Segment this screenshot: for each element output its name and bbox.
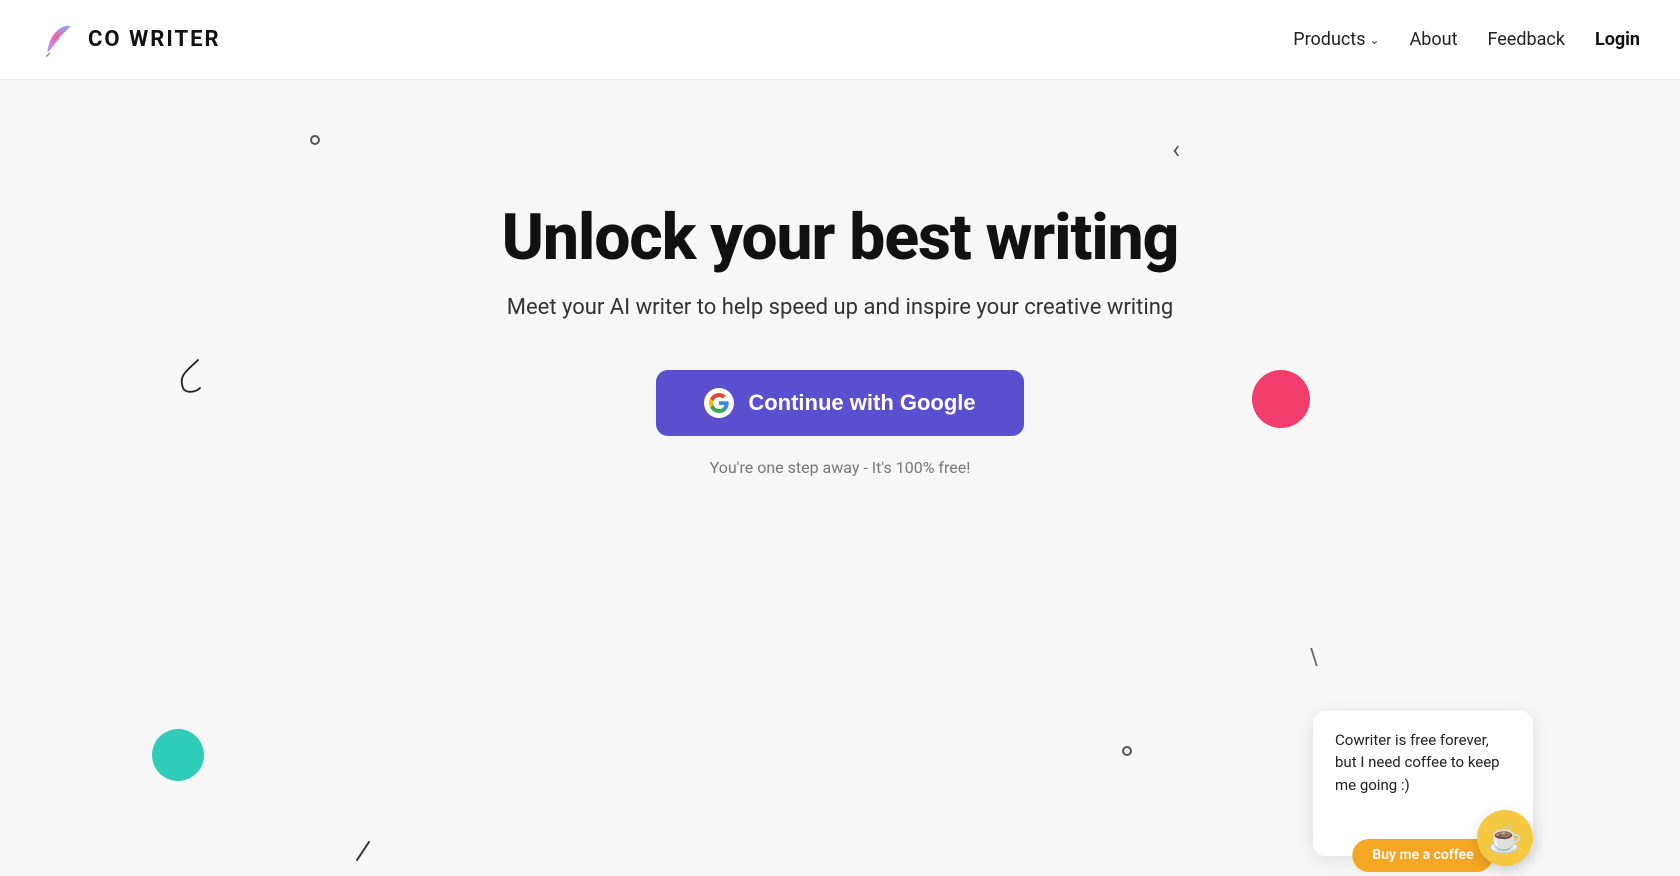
coffee-button[interactable]: ☕ <box>1477 810 1533 866</box>
coffee-icon: ☕ <box>1488 822 1523 855</box>
coffee-popup-text: Cowriter is free forever, but I need cof… <box>1335 731 1500 794</box>
main-content: ‹ ∖ Unlock your best writing Meet your A… <box>0 80 1680 876</box>
deco-dash-bottom-right: ∖ <box>1306 646 1320 671</box>
header: CO WRITER Products ⌄ About Feedback Logi… <box>0 0 1680 80</box>
hero-title: Unlock your best writing <box>502 200 1179 275</box>
logo-text: CO WRITER <box>88 27 221 52</box>
free-text: You're one step away - It's 100% free! <box>710 458 971 477</box>
nav-feedback[interactable]: Feedback <box>1488 29 1565 50</box>
nav-login[interactable]: Login <box>1595 29 1640 50</box>
coffee-popup-action[interactable]: Buy me a coffee <box>1352 839 1493 872</box>
deco-scribble-left <box>168 350 223 409</box>
google-signin-button[interactable]: Continue with Google <box>656 370 1023 436</box>
deco-green-circle <box>152 729 204 781</box>
google-btn-label: Continue with Google <box>748 390 975 416</box>
nav-about[interactable]: About <box>1410 29 1458 50</box>
hero-subtitle: Meet your AI writer to help speed up and… <box>507 295 1173 320</box>
google-icon <box>704 388 734 418</box>
deco-arrow-bottom-left <box>355 840 385 868</box>
logo-icon <box>40 21 78 59</box>
chevron-down-icon: ⌄ <box>1370 33 1380 47</box>
deco-pink-circle <box>1252 370 1310 428</box>
deco-circle-small-top <box>310 135 320 145</box>
deco-circle-small-bottom <box>1122 746 1132 756</box>
nav-products[interactable]: Products ⌄ <box>1293 29 1379 50</box>
logo[interactable]: CO WRITER <box>40 21 221 59</box>
deco-angle-top-right: ‹ <box>1172 135 1180 165</box>
nav: Products ⌄ About Feedback Login <box>1293 29 1640 50</box>
